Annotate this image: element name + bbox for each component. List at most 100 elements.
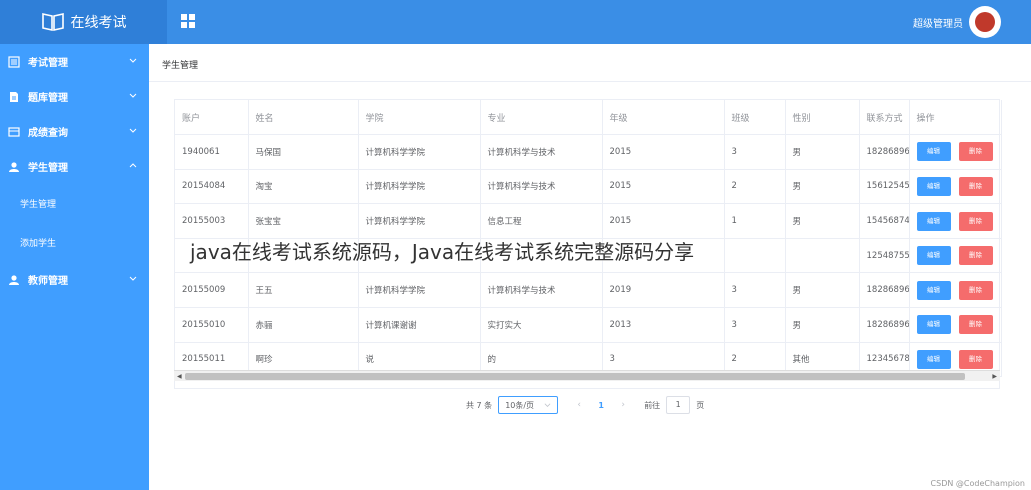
chevron-down-icon — [129, 128, 137, 133]
breadcrumb: 学生管理 — [162, 61, 199, 71]
delete-button[interactable]: 删除 — [958, 142, 993, 162]
table-cell: 计算机科学学院 — [358, 203, 481, 239]
table-row: 20155010赤骊计算机课谢谢实打实大20133男182868964编辑删除 — [175, 307, 1002, 343]
table-cell: 20155009 — [175, 272, 249, 309]
table-cell: 马保国 — [248, 134, 359, 170]
table-cell: 淘宝 — [248, 169, 359, 205]
table-cell: 信息工程 — [480, 203, 603, 239]
chevron-down-icon — [129, 93, 137, 98]
main-content: 学生管理 账户 姓名 学院 专业 年级 班级 性别 联系方式 操作 194006… — [149, 44, 1031, 490]
table-cell: 2015 — [602, 203, 725, 239]
goto-label: 前往 — [644, 400, 661, 410]
table-cell: 1 — [724, 203, 786, 239]
delete-button[interactable]: 删除 — [958, 246, 993, 266]
column-header: 年级 — [602, 100, 725, 136]
table-cell: 男 — [785, 203, 860, 239]
table-cell: 20155010 — [175, 307, 249, 343]
column-header: 操作 — [909, 100, 1002, 136]
sidebar-item-label: 教师管理 — [28, 276, 68, 287]
table-cell: 125487556 — [859, 238, 910, 274]
sidebar-item-exam[interactable]: 考试管理 — [0, 44, 149, 79]
sidebar-item-label: 成绩查询 — [28, 128, 68, 139]
table-row: 20155003张宝宝计算机科学学院信息工程20151男154568748编辑删… — [175, 203, 1002, 239]
delete-button[interactable]: 删除 — [958, 349, 993, 369]
prev-page-icon[interactable]: ‹ — [568, 400, 590, 410]
table-cell: 计算机科学学院 — [358, 272, 481, 309]
table-cell: 2015 — [602, 169, 725, 205]
horizontal-scrollbar[interactable]: ◀ ▶ — [174, 370, 1000, 381]
sidebar-item-bank[interactable]: 题库管理 — [0, 79, 149, 114]
edit-button[interactable]: 编辑 — [916, 246, 951, 266]
app-logo[interactable]: 在线考试 — [0, 0, 167, 44]
sidebar-subitem-label: 学生管理 — [20, 200, 57, 210]
edit-button[interactable]: 编辑 — [916, 315, 951, 335]
table-cell: 计算机科学学院 — [358, 134, 481, 170]
delete-button[interactable]: 删除 — [958, 315, 993, 335]
next-page-icon[interactable]: › — [612, 400, 634, 410]
table-cell: 计算机科学与技术 — [480, 272, 603, 309]
edit-button[interactable]: 编辑 — [916, 349, 951, 369]
delete-button[interactable]: 删除 — [958, 211, 993, 231]
user-menu[interactable]: 超级管理员 — [913, 6, 1001, 38]
table-cell — [724, 238, 786, 274]
edit-button[interactable]: 编辑 — [916, 176, 951, 196]
actions-cell: 编辑 删除 — [909, 203, 1002, 239]
scroll-left-icon[interactable]: ◀ — [177, 373, 182, 380]
table-cell: 男 — [785, 307, 860, 343]
user-icon — [9, 274, 19, 285]
sidebar-subitem-add-student[interactable]: 添加学生 — [0, 223, 149, 262]
actions-cell: 编辑 删除 — [909, 134, 1002, 170]
sidebar-item-teachers[interactable]: 教师管理 — [0, 262, 149, 297]
column-header: 姓名 — [248, 100, 359, 136]
table-cell: 182868969 — [859, 272, 910, 309]
table-row: 1940061马保国计算机科学学院计算机科学与技术20153男182868964… — [175, 134, 1002, 170]
table-cell: 王五 — [248, 272, 359, 309]
table-cell: 182868964 — [859, 134, 910, 170]
table-header-row: 账户 姓名 学院 专业 年级 班级 性别 联系方式 操作 — [175, 100, 1002, 136]
goto-page-input[interactable]: 1 — [666, 396, 691, 414]
table-row: 20154084淘宝计算机科学学院计算机科学与技术20152男156125456… — [175, 169, 1002, 205]
avatar[interactable] — [969, 6, 1001, 38]
chevron-down-icon — [129, 58, 137, 63]
table-cell: 计算机课谢谢 — [358, 307, 481, 343]
page-size-select[interactable]: 10条/页 — [498, 396, 559, 414]
table-cell: 3 — [724, 272, 786, 309]
sidebar-item-students[interactable]: 学生管理 — [0, 149, 149, 184]
delete-button[interactable]: 删除 — [958, 280, 993, 300]
chevron-up-icon — [129, 163, 137, 168]
actions-cell: 编辑 删除 — [909, 272, 1002, 309]
page-number[interactable]: 1 — [590, 401, 612, 410]
actions-cell: 编辑 删除 — [909, 238, 1002, 274]
edit-button[interactable]: 编辑 — [916, 142, 951, 162]
scroll-right-icon[interactable]: ▶ — [992, 373, 997, 380]
delete-button[interactable]: 删除 — [958, 176, 993, 196]
table-cell: 154568748 — [859, 203, 910, 239]
table-cell — [785, 238, 860, 274]
table-cell: 3 — [724, 134, 786, 170]
card-icon — [8, 126, 20, 137]
edit-button[interactable]: 编辑 — [916, 280, 951, 300]
page-size-value: 10条/页 — [505, 400, 535, 410]
table-cell: 计算机科学与技术 — [480, 134, 603, 170]
table-cell: 实打实大 — [480, 307, 603, 343]
scrollbar-thumb[interactable] — [185, 373, 965, 380]
table-cell: 3 — [724, 307, 786, 343]
table-cell: 计算机科学学院 — [358, 169, 481, 205]
grid-toggle-icon[interactable] — [180, 13, 196, 29]
column-header: 专业 — [480, 100, 603, 136]
book-icon — [41, 13, 64, 31]
column-header: 学院 — [358, 100, 481, 136]
sidebar-item-label: 学生管理 — [28, 163, 68, 174]
sidebar-item-scores[interactable]: 成绩查询 — [0, 114, 149, 149]
table-row: 20155009王五计算机科学学院计算机科学与技术20193男182868969… — [175, 272, 1002, 309]
actions-cell: 编辑 删除 — [909, 169, 1002, 205]
sidebar-subitem-student-list[interactable]: 学生管理 — [0, 184, 149, 223]
actions-cell: 编辑 删除 — [909, 307, 1002, 343]
table-cell: 182868964 — [859, 307, 910, 343]
table-cell: 2019 — [602, 272, 725, 309]
sidebar-subitem-label: 添加学生 — [20, 239, 57, 249]
column-header: 账户 — [175, 100, 249, 136]
table-cell: 男 — [785, 272, 860, 309]
edit-button[interactable]: 编辑 — [916, 211, 951, 231]
sidebar-item-label: 考试管理 — [28, 58, 68, 69]
